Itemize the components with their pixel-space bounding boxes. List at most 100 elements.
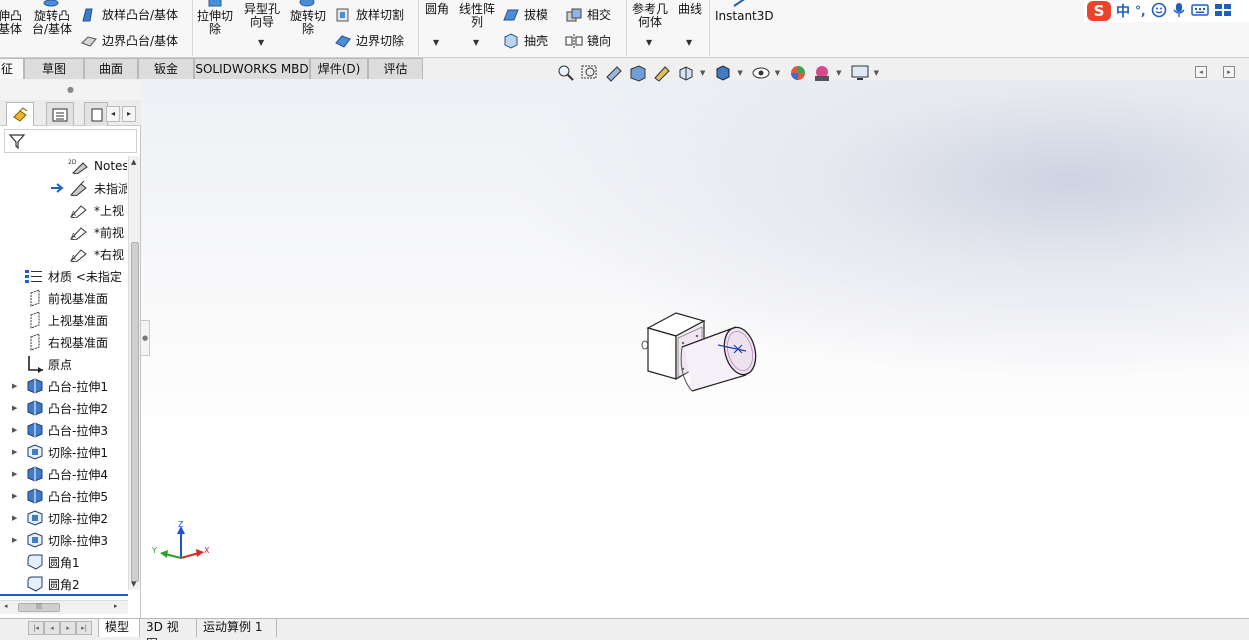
scroll-right-icon[interactable]: ▸ (114, 602, 118, 610)
tree-item-top-annotation[interactable]: A *上视 (68, 200, 124, 220)
tree-item-right-plane[interactable]: 右视基准面 (26, 332, 108, 352)
ime-microphone-icon[interactable] (1172, 2, 1186, 21)
fillet-button[interactable]: 圆角 (424, 3, 450, 16)
ime-menu-icon[interactable] (1214, 3, 1232, 20)
apply-scene-icon[interactable] (812, 64, 832, 82)
expand-arrow-icon[interactable]: ▶ (12, 404, 17, 412)
filter-icon[interactable] (8, 133, 26, 150)
tabs-scroll-left-icon[interactable]: ◂ (106, 106, 120, 122)
sogou-ime-logo[interactable]: S (1087, 1, 1111, 21)
instant3d-button[interactable]: Instant3D (715, 10, 774, 23)
tabs-scroll-right-icon[interactable]: ▸ (122, 106, 136, 122)
tree-item-boss-extrude5[interactable]: ▶ 凸台-拉伸5 (12, 486, 108, 506)
revolve-cut-button[interactable]: 旋转切 除 (288, 10, 328, 36)
draft-button[interactable]: 拔模 (502, 7, 548, 23)
zoom-to-fit-icon[interactable] (556, 64, 576, 82)
apply-scene-dropdown-icon[interactable]: ▼ (836, 69, 841, 77)
viewport-expand-icon[interactable]: ▸ (1223, 66, 1235, 78)
tree-item-front-plane[interactable]: 前视基准面 (26, 288, 108, 308)
scroll-left-icon[interactable]: ◂ (4, 602, 8, 610)
revolve-boss-button[interactable]: 旋转凸 台/基体 (30, 10, 74, 36)
linear-pattern-dropdown-icon[interactable]: ▼ (473, 38, 479, 47)
prev-tab-icon[interactable]: ◂ (44, 621, 60, 635)
tab-sheet-metal[interactable]: 钣金 (138, 58, 194, 79)
viewport-restore-icon[interactable]: ◂ (1195, 66, 1207, 78)
tree-item-boss-extrude3[interactable]: ▶ 凸台-拉伸3 (12, 420, 108, 440)
display-style-icon[interactable] (713, 64, 733, 82)
tree-item-unassigned[interactable]: 未指派 (50, 178, 127, 198)
tab-weldments[interactable]: 焊件(D) (310, 58, 368, 79)
intersect-button[interactable]: 相交 (565, 7, 611, 23)
expand-arrow-icon[interactable]: ▶ (12, 382, 17, 390)
tree-item-origin[interactable]: 原点 (26, 354, 72, 374)
tab-evaluate[interactable]: 评估 (368, 58, 423, 79)
expand-arrow-icon[interactable]: ▶ (12, 536, 17, 544)
curves-dropdown-icon[interactable]: ▼ (686, 38, 692, 47)
view-settings-icon[interactable] (850, 64, 870, 82)
tree-item-boss-extrude4[interactable]: ▶ 凸台-拉伸4 (12, 464, 108, 484)
tree-vertical-scrollbar[interactable]: ▲ ▼ (128, 156, 140, 590)
hole-wizard-button[interactable]: 异型孔 向导 (240, 3, 284, 29)
boundary-boss-button[interactable]: 边界凸台/基体 (80, 33, 178, 49)
tree-hscroll-thumb[interactable]: ||| (18, 603, 60, 612)
tree-item-cut-extrude2[interactable]: ▶ 切除-拉伸2 (12, 508, 108, 528)
expand-arrow-icon[interactable]: ▶ (12, 448, 17, 456)
tree-item-cut-extrude1[interactable]: ▶ 切除-拉伸1 (12, 442, 108, 462)
tree-item-front-annotation[interactable]: A *前视 (68, 222, 124, 242)
property-manager-tab[interactable] (46, 102, 74, 126)
tree-item-cut-extrude3[interactable]: ▶ 切除-拉伸3 (12, 530, 108, 550)
ime-punct-indicator[interactable]: °, (1135, 4, 1146, 18)
lofted-cut-button[interactable]: 放样切割 (334, 7, 404, 23)
feature-manager-tab[interactable] (6, 102, 34, 126)
ime-mode-indicator[interactable]: 中 (1116, 1, 1130, 21)
ime-keyboard-icon[interactable] (1190, 3, 1209, 20)
view-orientation-dropdown-icon[interactable]: ▼ (700, 69, 705, 77)
tree-item-boss-extrude1[interactable]: ▶ 凸台-拉伸1 (12, 376, 108, 396)
scroll-down-icon[interactable]: ▼ (131, 580, 136, 588)
tree-item-fillet1[interactable]: 圆角1 (26, 552, 80, 572)
extrude-boss-button[interactable]: 伸凸 基体 (0, 10, 24, 36)
tree-item-top-plane[interactable]: 上视基准面 (26, 310, 108, 330)
dynamic-annotation-icon[interactable] (652, 64, 672, 82)
hide-show-items-icon[interactable] (751, 64, 771, 82)
zoom-to-area-icon[interactable] (580, 64, 600, 82)
tab-3d-views[interactable]: 3D 视图 (140, 619, 197, 640)
part-model[interactable] (636, 305, 766, 400)
boundary-cut-button[interactable]: 边界切除 (334, 33, 404, 49)
tab-features[interactable]: 征 (0, 58, 24, 79)
ime-emoji-icon[interactable] (1151, 2, 1167, 21)
hide-show-dropdown-icon[interactable]: ▼ (775, 69, 780, 77)
extrude-cut-button[interactable]: 拉伸切 除 (195, 10, 235, 36)
scroll-up-icon[interactable]: ▲ (131, 158, 136, 166)
fillet-dropdown-icon[interactable]: ▼ (433, 38, 439, 47)
graphics-area[interactable]: Z X Y (141, 80, 1249, 618)
expand-arrow-icon[interactable]: ▶ (12, 492, 17, 500)
tree-rollback-bar[interactable] (0, 594, 128, 596)
view-settings-dropdown-icon[interactable]: ▼ (874, 69, 879, 77)
display-style-dropdown-icon[interactable]: ▼ (737, 69, 742, 77)
last-tab-icon[interactable]: ▸| (76, 621, 92, 635)
view-orientation-icon[interactable] (676, 64, 696, 82)
reference-geometry-dropdown-icon[interactable]: ▼ (646, 38, 652, 47)
tree-scroll-thumb[interactable] (131, 242, 139, 582)
shell-button[interactable]: 抽壳 (502, 33, 548, 49)
tab-surfaces[interactable]: 曲面 (84, 58, 138, 79)
first-tab-icon[interactable]: |◂ (28, 621, 44, 635)
expand-arrow-icon[interactable]: ▶ (12, 514, 17, 522)
reference-geometry-button[interactable]: 参考几 何体 (629, 3, 671, 29)
configuration-manager-tab[interactable] (84, 102, 108, 126)
panel-splitter-handle[interactable]: ● (141, 320, 150, 356)
swept-boss-button[interactable]: 放样凸台/基体 (80, 7, 178, 23)
edit-appearance-icon[interactable] (788, 64, 808, 82)
expand-arrow-icon[interactable]: ▶ (12, 426, 17, 434)
linear-pattern-button[interactable]: 线性阵 列 (456, 3, 498, 29)
tree-filter[interactable] (4, 129, 137, 153)
tab-solidworks-mbd[interactable]: SOLIDWORKS MBD (194, 58, 310, 79)
next-tab-icon[interactable]: ▸ (60, 621, 76, 635)
curves-button[interactable]: 曲线 (675, 3, 705, 16)
tab-sketch[interactable]: 草图 (24, 58, 84, 79)
mirror-button[interactable]: 镜向 (565, 33, 611, 49)
tree-horizontal-scrollbar[interactable]: ◂ ||| ▸ (0, 600, 128, 614)
tree-item-boss-extrude2[interactable]: ▶ 凸台-拉伸2 (12, 398, 108, 418)
tab-model[interactable]: 模型 (98, 619, 140, 637)
